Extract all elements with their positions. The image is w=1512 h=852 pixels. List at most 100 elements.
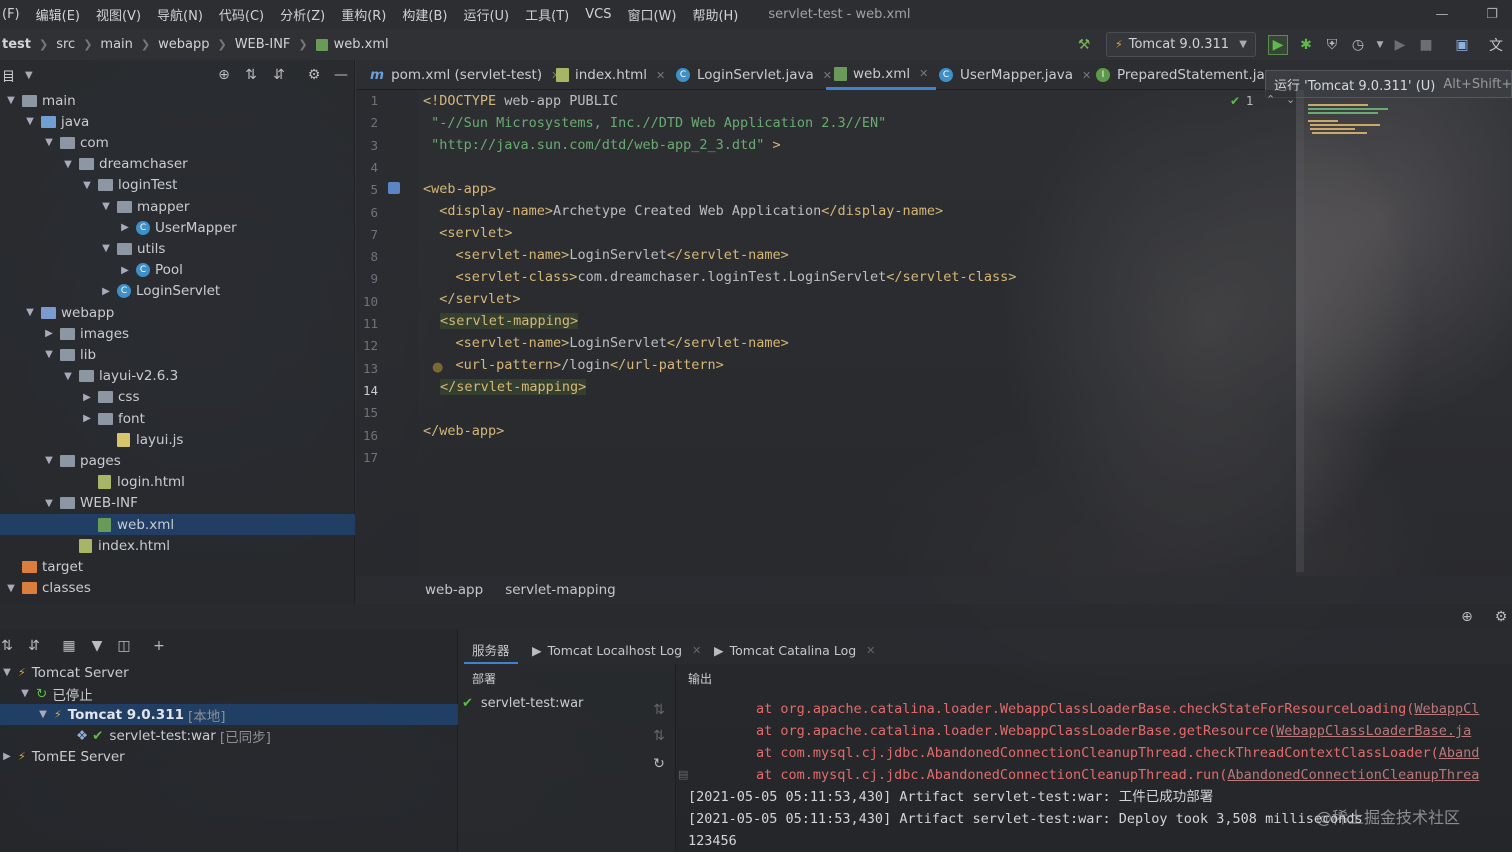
chevron-down-icon[interactable]: ⌄	[1286, 93, 1295, 106]
tree-item-java[interactable]: ▼ java	[0, 111, 355, 132]
filter-icon[interactable]: ▼	[87, 636, 107, 656]
menu-tools[interactable]: 工具(T)	[517, 5, 577, 24]
service-node-tomcat-instance[interactable]: ▼ ⚡ Tomcat 9.0.311 [本地]	[0, 704, 458, 725]
menu-file[interactable]: (F)	[0, 7, 28, 22]
service-node-tomcat-server[interactable]: ▼ ⚡ Tomcat Server	[0, 662, 458, 683]
tree-item-main[interactable]: ▼ main	[0, 90, 355, 111]
chevron-down-icon[interactable]: ▼	[0, 667, 14, 678]
coverage-shield-icon[interactable]: ⛨	[1322, 35, 1342, 55]
tree-item-classes[interactable]: ▼ classes	[0, 578, 355, 599]
chevron-down-icon[interactable]: ▼	[61, 371, 75, 382]
tab-usermapper-java[interactable]: C UserMapper.java ✕	[931, 60, 1099, 90]
chevron-down-icon[interactable]: ▼	[1370, 35, 1390, 55]
debug-bug-icon[interactable]: ✱	[1296, 35, 1316, 55]
close-icon[interactable]: ✕	[919, 67, 928, 80]
chevron-down-icon[interactable]: ▼	[4, 583, 18, 594]
chevron-down-icon[interactable]: ▼	[25, 70, 33, 81]
refresh-icon[interactable]: ↻	[649, 754, 669, 774]
editor-crumb-servlet-mapping[interactable]: servlet-mapping	[505, 582, 616, 598]
gear-icon[interactable]: ⚙	[304, 65, 324, 85]
tree-item-utils[interactable]: ▼ utils	[0, 238, 355, 259]
tree-item-loginservlet[interactable]: ▶ C LoginServlet	[0, 281, 355, 302]
project-panel-title[interactable]: 目	[2, 66, 15, 85]
chevron-right-icon[interactable]: ▶	[118, 265, 132, 276]
log-link[interactable]: WebappCl	[1414, 701, 1479, 717]
editor-crumb-webapp[interactable]: web-app	[425, 582, 483, 598]
project-structure-icon[interactable]: ▣	[1452, 35, 1472, 55]
add-icon[interactable]: +	[149, 636, 169, 656]
tree-item-dreamchaser[interactable]: ▼ dreamchaser	[0, 154, 355, 175]
tab-web-xml[interactable]: web.xml ✕	[826, 60, 937, 90]
tree-item-layui-js[interactable]: layui.js	[0, 429, 355, 450]
chevron-down-icon[interactable]: ▼	[42, 349, 56, 360]
tree-item-logintest[interactable]: ▼ loginTest	[0, 175, 355, 196]
service-node-tomee-server[interactable]: ▶ ⚡ TomEE Server	[0, 746, 458, 767]
chevron-down-icon[interactable]: ▼	[42, 455, 56, 466]
tab-tomcat-localhost-log[interactable]: ▶ Tomcat Localhost Log ✕	[532, 636, 701, 664]
tab-pom-xml[interactable]: mpom.xml (servlet-test)✕	[362, 60, 568, 90]
scrollbar-track[interactable]	[1296, 90, 1304, 572]
inspection-count[interactable]: 1	[1246, 94, 1254, 108]
run-config-dropdown[interactable]: ⚡ Tomcat 9.0.311 ▼	[1106, 32, 1256, 57]
gear-icon[interactable]: ⚙	[1491, 607, 1511, 627]
menu-code[interactable]: 代码(C)	[211, 5, 272, 24]
breadcrumb-webxml[interactable]: web.xml	[334, 37, 389, 52]
close-icon[interactable]: ✕	[656, 69, 665, 82]
chevron-down-icon[interactable]: ▼	[99, 201, 113, 212]
wrap-icon[interactable]: ▤	[678, 768, 688, 781]
breadcrumb-project[interactable]: test	[2, 37, 31, 52]
expand-all-icon[interactable]: ⇅	[0, 636, 17, 656]
menu-navigate[interactable]: 导航(N)	[149, 5, 211, 24]
breadcrumb-webinf[interactable]: WEB-INF	[235, 37, 291, 52]
deployment-item[interactable]: ✔ servlet-test:war	[462, 696, 583, 711]
tree-item-layui-v2-6-3[interactable]: ▼ layui-v2.6.3	[0, 366, 355, 387]
tree-item-css[interactable]: ▶ css	[0, 387, 355, 408]
tab-tomcat-catalina-log[interactable]: ▶ Tomcat Catalina Log ✕	[714, 636, 875, 664]
output-console[interactable]: 输出 ▤ at org.apache.catalina.loader.Webap…	[676, 664, 1512, 852]
tree-item-index-html[interactable]: index.html	[0, 535, 355, 556]
log-link[interactable]: WebappClassLoaderBase.ja	[1276, 723, 1471, 739]
build-hammer-icon[interactable]: ⚒	[1074, 35, 1094, 55]
breadcrumb-src[interactable]: src	[56, 37, 75, 52]
chevron-right-icon[interactable]: ▶	[0, 751, 14, 762]
target-icon[interactable]: ⊕	[1457, 607, 1477, 627]
chevron-down-icon[interactable]: ▼	[23, 307, 37, 318]
service-node-artifact[interactable]: ❖ ✔ servlet-test:war [已同步]	[0, 725, 458, 746]
tree-item-login-html[interactable]: login.html	[0, 472, 355, 493]
tree-item-font[interactable]: ▶ font	[0, 408, 355, 429]
menu-analyze[interactable]: 分析(Z)	[272, 5, 333, 24]
translate-icon[interactable]: 文	[1486, 35, 1506, 55]
tab-loginservlet-java[interactable]: C LoginServlet.java ✕	[668, 60, 840, 90]
tree-item-target[interactable]: target	[0, 556, 355, 577]
service-node-stopped[interactable]: ▼ ↻ 已停止	[0, 683, 458, 704]
menu-window[interactable]: 窗口(W)	[619, 5, 684, 24]
menu-refactor[interactable]: 重构(R)	[333, 5, 394, 24]
tab-server[interactable]: 服务器	[464, 636, 518, 664]
log-link[interactable]: Aband	[1439, 745, 1480, 761]
tree-item-com[interactable]: ▼ com	[0, 132, 355, 153]
tree-item-webapp[interactable]: ▼ webapp	[0, 302, 355, 323]
collapse-all-icon[interactable]: ⇵	[269, 65, 289, 85]
chevron-right-icon[interactable]: ▶	[80, 392, 94, 403]
tree-item-usermapper[interactable]: ▶ C UserMapper	[0, 217, 355, 238]
run-button[interactable]: ▶	[1268, 35, 1288, 55]
menu-build[interactable]: 构建(B)	[394, 5, 455, 24]
menu-help[interactable]: 帮助(H)	[684, 5, 746, 24]
tree-item-pool[interactable]: ▶ C Pool	[0, 260, 355, 281]
tree-item-mapper[interactable]: ▼ mapper	[0, 196, 355, 217]
chevron-down-icon[interactable]: ▼	[99, 243, 113, 254]
tab-preparedstatement-java[interactable]: I PreparedStatement.java	[1088, 60, 1289, 90]
chevron-right-icon[interactable]: ▶	[118, 222, 132, 233]
chevron-right-icon[interactable]: ▶	[99, 286, 113, 297]
chevron-down-icon[interactable]: ▼	[36, 709, 50, 720]
new-tab-icon[interactable]: ◫	[114, 636, 134, 656]
restore-icon[interactable]: ❐	[1474, 0, 1510, 29]
hide-panel-icon[interactable]: —	[331, 65, 351, 85]
group-icon[interactable]: ▦	[59, 636, 79, 656]
profile-icon[interactable]: ◷	[1348, 35, 1368, 55]
minimize-icon[interactable]: —	[1424, 0, 1460, 29]
tree-item-web-inf[interactable]: ▼ WEB-INF	[0, 493, 355, 514]
chevron-right-icon[interactable]: ▶	[80, 413, 94, 424]
expand-all-icon[interactable]: ⇅	[241, 65, 261, 85]
tree-item-web-xml[interactable]: web.xml	[0, 514, 355, 535]
